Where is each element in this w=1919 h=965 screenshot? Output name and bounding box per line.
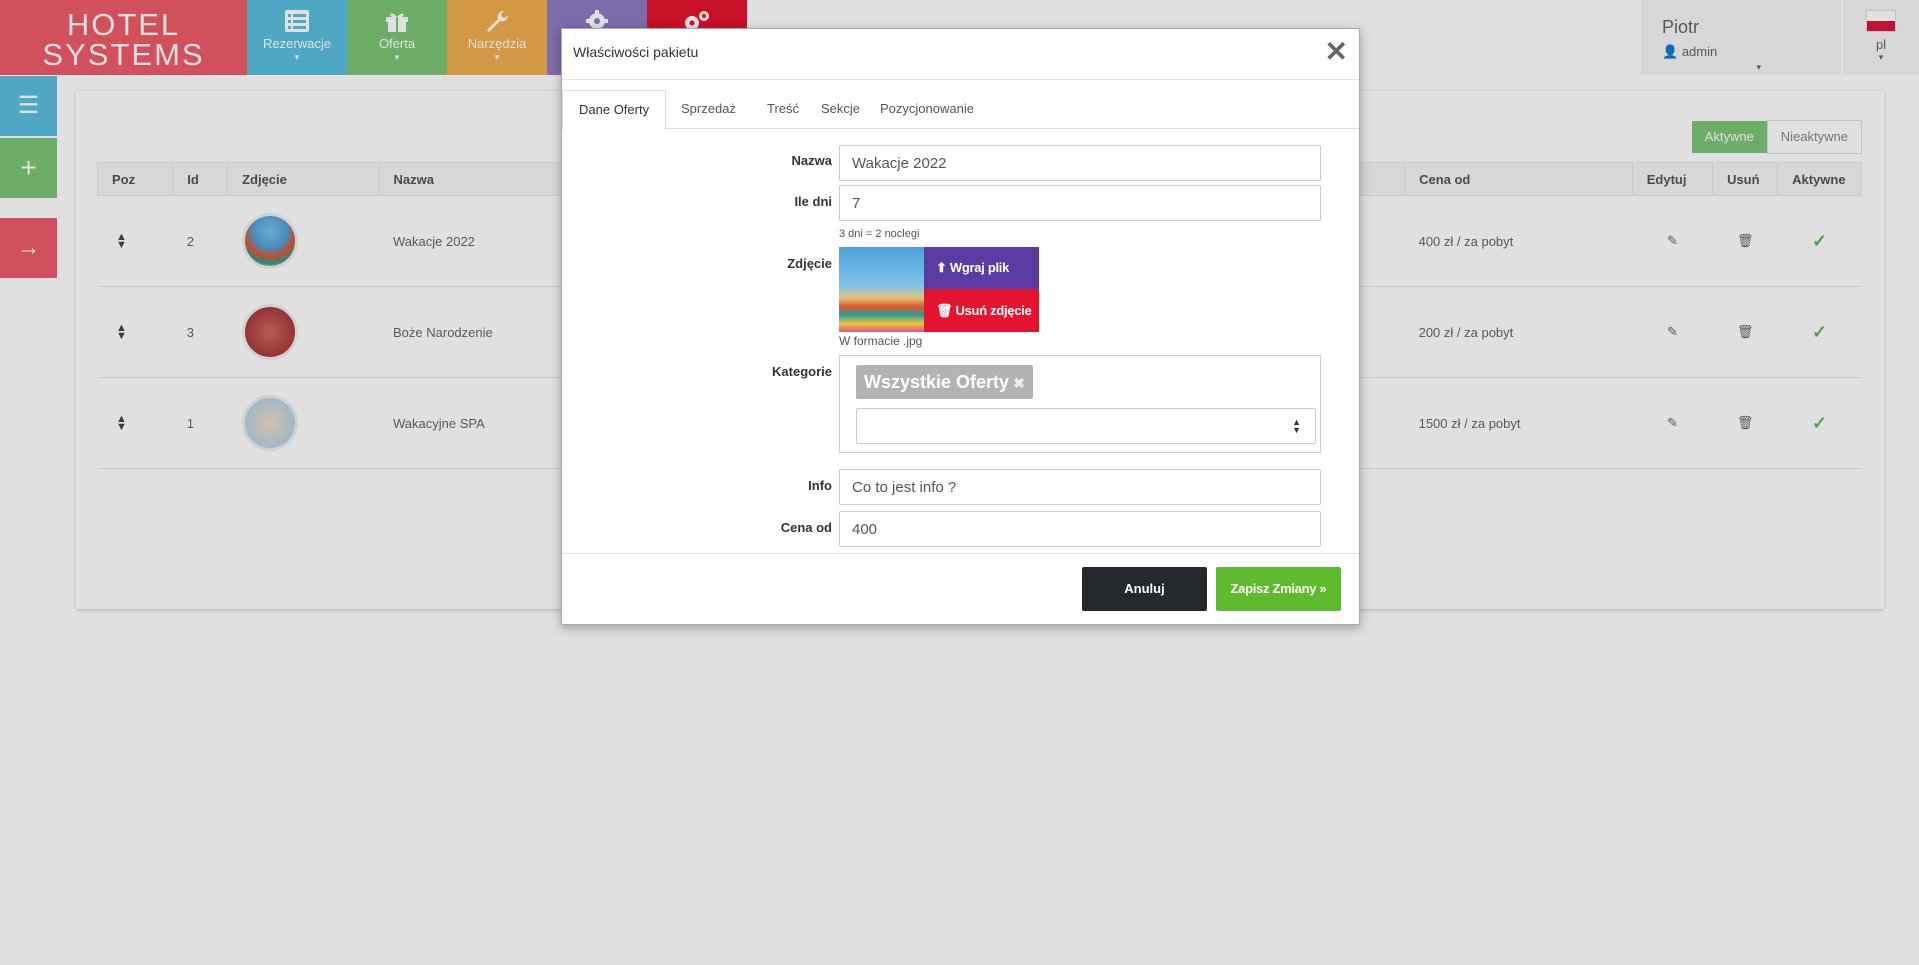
days-label: Ile dni (794, 194, 832, 209)
name-input[interactable]: Wakacje 2022 (839, 145, 1321, 181)
offer-photo-preview (839, 247, 924, 332)
days-input[interactable]: 7 (839, 185, 1321, 221)
select-arrows-icon: ▲ ▼ (1292, 417, 1301, 435)
cancel-button[interactable]: Anuluj (1082, 567, 1207, 611)
save-button[interactable]: Zapisz Zmiany » (1216, 567, 1341, 611)
upload-photo-button[interactable]: ⬆ Wgraj plik (924, 247, 1039, 289)
info-label: Info (808, 478, 832, 493)
remove-photo-button[interactable]: 🗑 Usuń zdjęcie (924, 289, 1039, 332)
modal-title: Właściwości pakietu (573, 44, 699, 60)
name-label: Nazwa (791, 153, 832, 168)
modal-header: Właściwości pakietu ✕ (562, 29, 1359, 80)
categories-field: Wszystkie Oferty ✖ ▲ ▼ (839, 355, 1321, 453)
package-properties-modal: Właściwości pakietu ✕ Dane Oferty Sprzed… (561, 28, 1360, 625)
category-chip[interactable]: Wszystkie Oferty ✖ (856, 365, 1033, 399)
modal-footer: Anuluj Zapisz Zmiany » (562, 553, 1359, 625)
upload-icon: ⬆ (936, 260, 947, 275)
remove-chip-icon[interactable]: ✖ (1013, 375, 1025, 391)
trash-icon: 🗑 (936, 303, 953, 318)
category-select[interactable]: ▲ ▼ (856, 408, 1316, 444)
categories-label: Kategorie (772, 364, 832, 379)
info-input[interactable]: Co to jest info ? (839, 469, 1321, 505)
price-input[interactable]: 400 (839, 511, 1321, 547)
tab-pozycjonowanie[interactable]: Pozycjonowanie (864, 90, 990, 128)
price-label: Cena od (780, 520, 832, 535)
tab-dane-oferty[interactable]: Dane Oferty (562, 90, 667, 130)
photo-label: Zdjęcie (787, 256, 832, 271)
tab-sprzedaz[interactable]: Sprzedaż (665, 90, 752, 128)
photo-hint: W formacie .jpg (839, 334, 923, 348)
days-hint: 3 dni = 2 noclegi (839, 228, 920, 240)
close-icon[interactable]: ✕ (1325, 38, 1348, 66)
modal-tabs: Dane Oferty Sprzedaż Treść Sekcje Pozycj… (562, 90, 1359, 130)
